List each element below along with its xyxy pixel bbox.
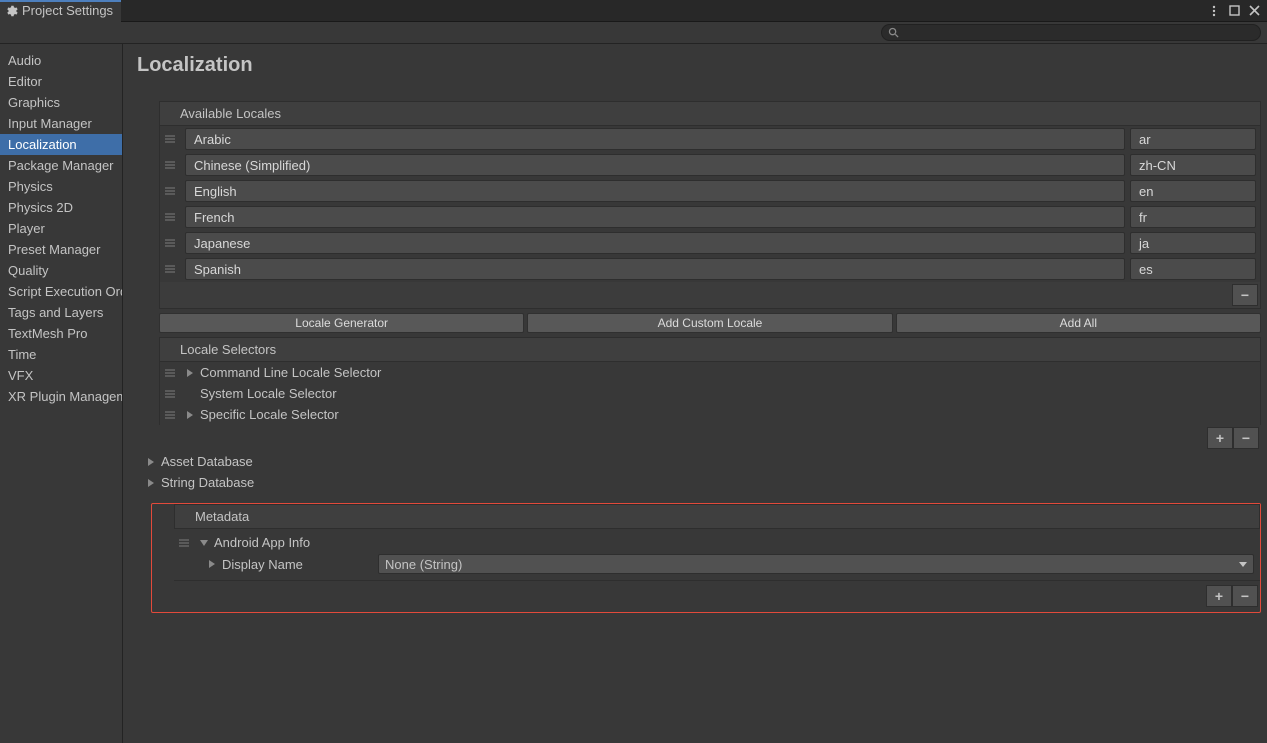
locale-row: Spanish es — [160, 256, 1260, 282]
sidebar-item-package-manager[interactable]: Package Manager — [0, 155, 122, 176]
sidebar-item-script-execution-order[interactable]: Script Execution Order — [0, 281, 122, 302]
sidebar-item-physics[interactable]: Physics — [0, 176, 122, 197]
toolbar-row — [0, 22, 1267, 44]
add-selector-button[interactable]: + — [1207, 427, 1233, 449]
metadata-section: Metadata Android App Info Display Name N… — [151, 503, 1261, 613]
gear-icon — [4, 4, 18, 18]
locale-name-field[interactable]: English — [185, 180, 1125, 202]
android-app-info-label: Android App Info — [214, 535, 310, 550]
add-all-button[interactable]: Add All — [896, 313, 1261, 333]
search-icon — [888, 27, 899, 38]
locale-selector-row: System Locale Selector — [160, 383, 1260, 404]
sidebar-item-vfx[interactable]: VFX — [0, 365, 122, 386]
drag-handle-icon[interactable] — [160, 212, 180, 222]
locale-code-field[interactable]: es — [1130, 258, 1256, 280]
sidebar-item-quality[interactable]: Quality — [0, 260, 122, 281]
available-locales-list: Arabic ar Chinese (Simplified) zh-CN Eng… — [159, 126, 1261, 282]
remove-selector-button[interactable]: − — [1233, 427, 1259, 449]
drag-handle-icon[interactable] — [174, 538, 194, 548]
sidebar-item-preset-manager[interactable]: Preset Manager — [0, 239, 122, 260]
locale-selectors-list: Command Line Locale Selector System Loca… — [159, 362, 1261, 425]
drag-handle-icon[interactable] — [160, 410, 180, 420]
string-database-label: String Database — [161, 475, 254, 490]
locale-selector-row: Command Line Locale Selector — [160, 362, 1260, 383]
locale-selector-row: Specific Locale Selector — [160, 404, 1260, 425]
search-input[interactable] — [881, 24, 1261, 41]
close-icon[interactable] — [1247, 4, 1261, 18]
locale-row: Japanese ja — [160, 230, 1260, 256]
locale-selector-label: System Locale Selector — [200, 386, 337, 401]
locale-selectors-header: Locale Selectors — [159, 337, 1261, 362]
search-text[interactable] — [903, 26, 1254, 40]
drag-handle-icon[interactable] — [160, 160, 180, 170]
sidebar-item-tags-and-layers[interactable]: Tags and Layers — [0, 302, 122, 323]
kebab-menu-icon[interactable] — [1207, 4, 1221, 18]
sidebar-item-input-manager[interactable]: Input Manager — [0, 113, 122, 134]
drag-handle-icon[interactable] — [160, 264, 180, 274]
window-tab-title: Project Settings — [22, 3, 113, 18]
locale-code-field[interactable]: ja — [1130, 232, 1256, 254]
locale-name-field[interactable]: Arabic — [185, 128, 1125, 150]
window-tab-project-settings[interactable]: Project Settings — [0, 0, 121, 22]
settings-category-list: AudioEditorGraphicsInput ManagerLocaliza… — [0, 44, 123, 743]
display-name-label: Display Name — [222, 557, 372, 572]
locale-name-field[interactable]: Chinese (Simplified) — [185, 154, 1125, 176]
locale-selector-label: Specific Locale Selector — [200, 407, 339, 422]
remove-metadata-button[interactable]: − — [1232, 585, 1258, 607]
locale-code-field[interactable]: en — [1130, 180, 1256, 202]
locale-name-field[interactable]: French — [185, 206, 1125, 228]
available-locales-header: Available Locales — [159, 101, 1261, 126]
display-name-value: None (String) — [385, 557, 462, 572]
available-locales-footer: − — [159, 282, 1261, 309]
settings-content: Localization Available Locales Arabic ar… — [123, 44, 1267, 743]
add-metadata-button[interactable]: + — [1206, 585, 1232, 607]
sidebar-item-time[interactable]: Time — [0, 344, 122, 365]
drag-handle-icon[interactable] — [160, 134, 180, 144]
string-database-foldout[interactable]: String Database — [137, 472, 1261, 493]
locale-code-field[interactable]: ar — [1130, 128, 1256, 150]
sidebar-item-xr-plugin-management[interactable]: XR Plugin Management — [0, 386, 122, 407]
locale-row: French fr — [160, 204, 1260, 230]
sidebar-item-graphics[interactable]: Graphics — [0, 92, 122, 113]
add-custom-locale-button[interactable]: Add Custom Locale — [527, 313, 892, 333]
locale-generator-button[interactable]: Locale Generator — [159, 313, 524, 333]
locale-name-field[interactable]: Spanish — [185, 258, 1125, 280]
sidebar-item-editor[interactable]: Editor — [0, 71, 122, 92]
sidebar-item-physics-2d[interactable]: Physics 2D — [0, 197, 122, 218]
locale-row: Chinese (Simplified) zh-CN — [160, 152, 1260, 178]
maximize-icon[interactable] — [1227, 4, 1241, 18]
drag-handle-icon[interactable] — [160, 389, 180, 399]
foldout-closed-icon[interactable] — [186, 411, 194, 419]
foldout-closed-icon[interactable] — [208, 560, 216, 568]
locale-selector-label: Command Line Locale Selector — [200, 365, 381, 380]
locale-code-field[interactable]: fr — [1130, 206, 1256, 228]
foldout-open-icon[interactable] — [200, 539, 208, 547]
locale-row: English en — [160, 178, 1260, 204]
page-title: Localization — [137, 54, 1261, 77]
asset-database-label: Asset Database — [161, 454, 253, 469]
display-name-dropdown[interactable]: None (String) — [378, 554, 1254, 574]
foldout-closed-icon[interactable] — [186, 369, 194, 377]
locale-name-field[interactable]: Japanese — [185, 232, 1125, 254]
drag-handle-icon[interactable] — [160, 238, 180, 248]
sidebar-item-textmesh-pro[interactable]: TextMesh Pro — [0, 323, 122, 344]
sidebar-item-player[interactable]: Player — [0, 218, 122, 239]
chevron-down-icon — [1239, 560, 1247, 568]
drag-handle-icon[interactable] — [160, 368, 180, 378]
asset-database-foldout[interactable]: Asset Database — [137, 451, 1261, 472]
window-tabbar: Project Settings — [0, 0, 1267, 22]
sidebar-item-audio[interactable]: Audio — [0, 50, 122, 71]
sidebar-item-localization[interactable]: Localization — [0, 134, 122, 155]
drag-handle-icon[interactable] — [160, 186, 180, 196]
metadata-header: Metadata — [174, 504, 1260, 529]
remove-locale-button[interactable]: − — [1232, 284, 1258, 306]
locale-row: Arabic ar — [160, 126, 1260, 152]
locale-code-field[interactable]: zh-CN — [1130, 154, 1256, 176]
